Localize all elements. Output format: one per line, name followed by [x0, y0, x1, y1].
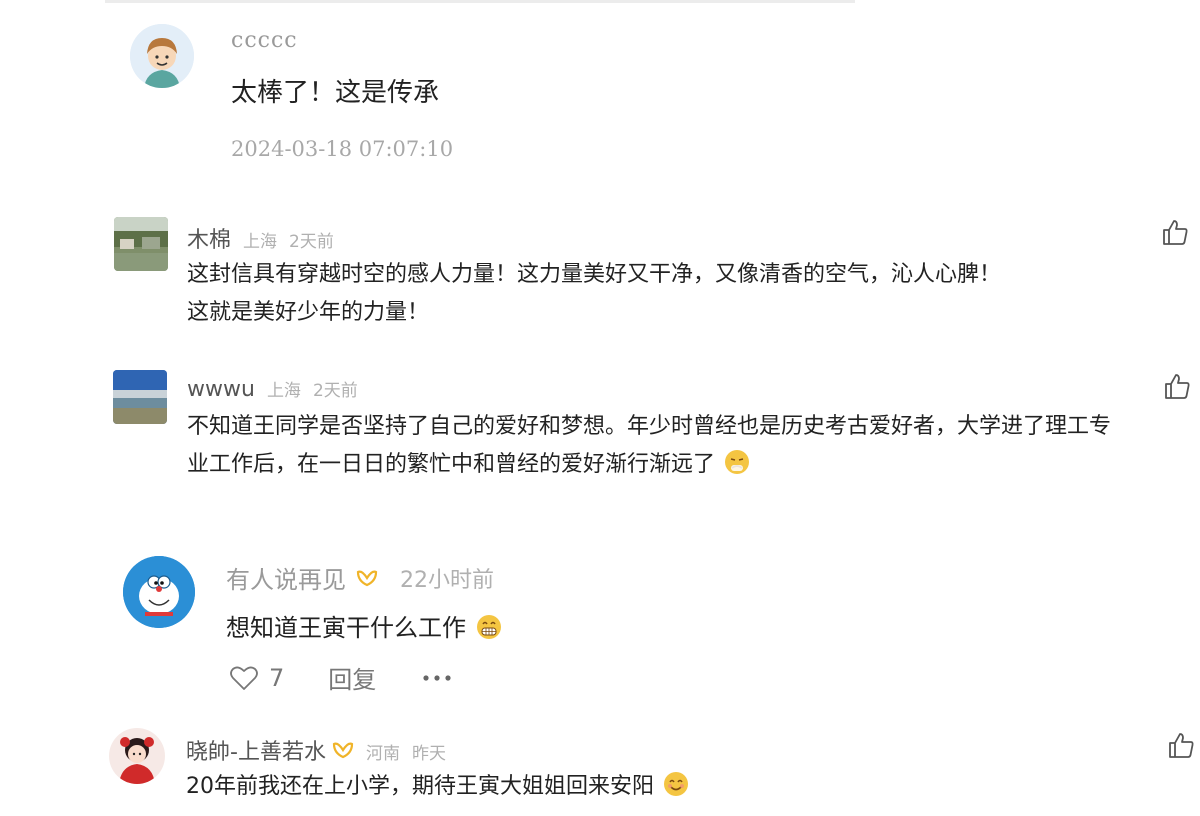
reply-button[interactable]: 回复	[328, 660, 376, 695]
grin-emoji-icon	[476, 615, 501, 639]
comment-line: 这就是美好少年的力量！	[187, 300, 430, 325]
avatar[interactable]	[113, 370, 167, 424]
avatar[interactable]	[109, 728, 165, 784]
time-ago: 22小时前	[400, 567, 494, 593]
comment-text-body: 20年前我还在上小学，期待王寅大姐姐回来安阳	[186, 774, 654, 799]
like-count: 7	[269, 663, 285, 692]
comment-actions: 7 回复	[229, 660, 452, 695]
time-ago: 2天前	[289, 232, 334, 252]
comment-text: 这封信具有穿越时空的感人力量！这力量美好又干净，又像清香的空气，沁人心脾！ 这就…	[187, 256, 1001, 332]
comment-meta: wwwu 上海 2天前	[187, 376, 358, 402]
sad-face-emoji-icon	[725, 450, 750, 474]
username[interactable]: ccccc	[231, 28, 298, 53]
comment-text: 想知道王寅干什么工作	[226, 608, 502, 643]
top-divider	[105, 0, 855, 3]
comment-meta: 晓帥-上善若水 河南 昨天	[186, 734, 446, 766]
thumbs-up-icon[interactable]	[1166, 730, 1196, 760]
location: 上海	[266, 381, 301, 401]
timestamp: 2024-03-18 07:07:10	[231, 137, 454, 161]
sea-photo-icon	[113, 370, 167, 424]
comment-line: 业工作后，在一日日的繁忙中和曾经的爱好渐行渐远了	[187, 446, 1200, 484]
comment-text: 太棒了！这是传承	[231, 78, 440, 108]
girl-cartoon-icon	[109, 728, 165, 784]
doraemon-icon	[123, 556, 195, 628]
username[interactable]: 晓帥-上善若水	[186, 734, 326, 766]
comment-line: 这封信具有穿越时空的感人力量！这力量美好又干净，又像清香的空气，沁人心脾！	[187, 262, 1002, 287]
avatar[interactable]	[123, 556, 195, 628]
time-ago: 2天前	[312, 381, 358, 401]
avatar[interactable]	[130, 24, 194, 88]
comment-text: 20年前我还在上小学，期待王寅大姐姐回来安阳	[186, 768, 689, 806]
thumbs-up-icon[interactable]	[1160, 217, 1190, 247]
comment-line-text: 业工作后，在一日日的繁忙中和曾经的爱好渐行渐远了	[187, 452, 716, 477]
username[interactable]: 木棉	[187, 222, 231, 254]
username[interactable]: 有人说再见	[226, 560, 346, 595]
comment-text-body: 想知道王寅干什么工作	[226, 614, 466, 642]
cartoon-boy-icon	[130, 24, 194, 88]
thumbs-up-icon[interactable]	[1162, 371, 1192, 401]
location: 河南	[365, 744, 400, 764]
vip-badge-icon	[356, 570, 378, 586]
comment-text: 不知道王同学是否坚持了自己的爱好和梦想。年少时曾经也是历史考古爱好者，大学进了理…	[187, 408, 1200, 484]
comment-line: 不知道王同学是否坚持了自己的爱好和梦想。年少时曾经也是历史考古爱好者，大学进了理…	[187, 414, 1112, 439]
smile-emoji-icon	[664, 772, 688, 796]
vip-badge-icon	[332, 742, 354, 759]
username[interactable]: wwwu	[187, 377, 255, 402]
more-options-icon[interactable]	[422, 674, 452, 682]
avatar[interactable]	[114, 217, 168, 271]
heart-icon[interactable]	[229, 664, 259, 692]
comment-meta: 木棉 上海 2天前	[187, 222, 334, 254]
landscape-photo-icon	[114, 217, 168, 271]
time-ago: 昨天	[411, 744, 446, 764]
location: 上海	[243, 232, 278, 252]
comment-meta: 有人说再见 22小时前	[226, 560, 494, 595]
